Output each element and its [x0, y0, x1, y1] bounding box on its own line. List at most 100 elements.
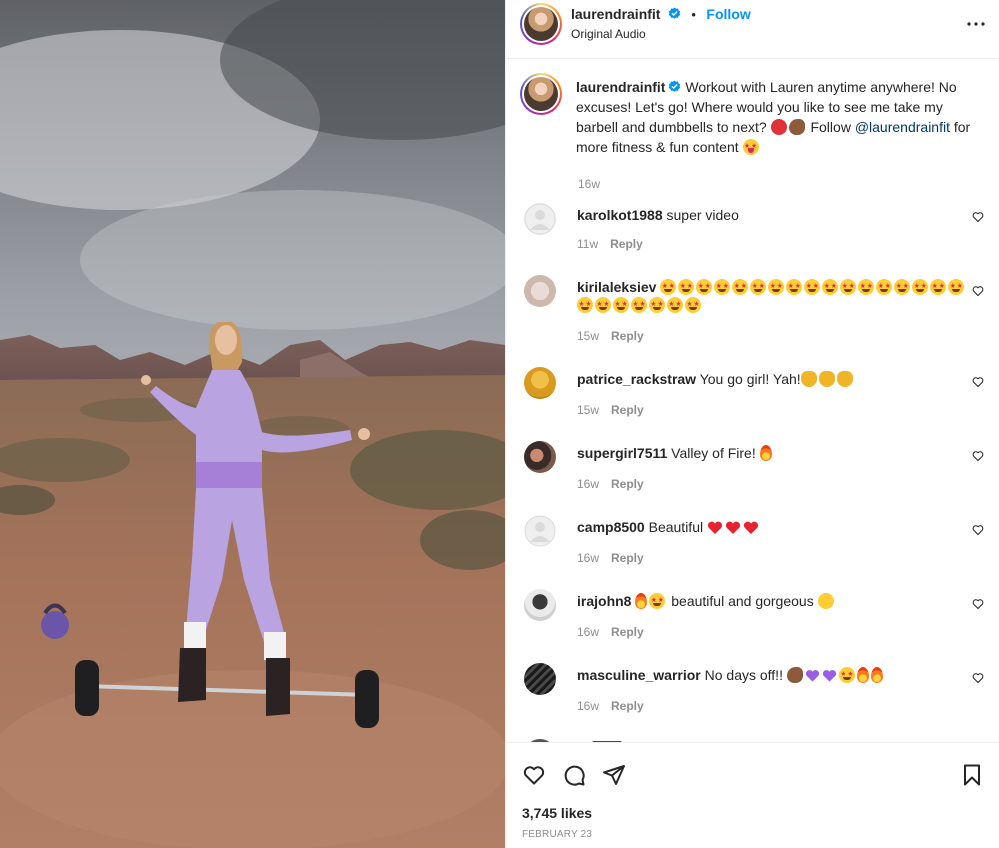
caption-avatar[interactable] — [520, 73, 562, 115]
comment-meta: 16w Reply — [577, 551, 644, 565]
caption-text: laurendrainfit Workout with Lauren anyti… — [576, 77, 976, 157]
star-struck-emoji-icon — [912, 279, 929, 295]
default-avatar-icon — [524, 203, 556, 235]
like-comment-heart-icon[interactable] — [972, 376, 984, 388]
comment-time[interactable]: 15w — [577, 329, 599, 343]
comments-panel[interactable]: laurendrainfit Workout with Lauren anyti… — [506, 58, 999, 742]
separator-dot: • — [691, 7, 696, 22]
star-struck-emoji-icon — [894, 279, 911, 295]
star-struck-emoji-icon — [667, 297, 683, 313]
fire-emoji-icon — [635, 593, 648, 609]
like-comment-heart-icon[interactable] — [972, 211, 984, 223]
comment-time[interactable]: 16w — [577, 477, 599, 491]
star-struck-emoji-icon — [732, 279, 749, 295]
star-struck-emoji-icon — [876, 279, 893, 295]
likes-count[interactable]: 3,745 likes — [522, 805, 592, 821]
comment-username[interactable]: karolkot1988 — [577, 207, 663, 223]
comment-username[interactable]: camp8500 — [577, 519, 645, 535]
comment-meta: 11w Reply — [577, 237, 643, 251]
fire-emoji-icon — [856, 667, 869, 683]
comment-avatar[interactable] — [524, 589, 556, 621]
star-struck-emoji-icon — [786, 279, 803, 295]
like-comment-heart-icon[interactable] — [972, 285, 984, 297]
default-avatar-icon — [524, 515, 556, 547]
caption-timestamp[interactable]: 16w — [578, 177, 600, 191]
star-struck-emoji-icon — [930, 279, 947, 295]
caption-follow-word: Follow — [810, 119, 851, 135]
fire-emoji-icon — [870, 667, 883, 683]
follow-button[interactable]: Follow — [706, 6, 750, 22]
post-date[interactable]: FEBRUARY 23 — [522, 829, 592, 840]
reply-button[interactable]: Reply — [610, 237, 643, 251]
desert-workout-video-frame — [0, 0, 505, 848]
reply-button[interactable]: Reply — [611, 329, 644, 343]
comment-row: patrice_rackstraw You go girl! Yah! 15w R… — [522, 367, 984, 423]
comment-time[interactable]: 15w — [577, 403, 599, 417]
star-struck-emoji-icon — [750, 279, 767, 295]
purple-heart-emoji-icon — [822, 670, 836, 682]
caption-mention-link[interactable]: @laurendrainfit — [855, 119, 950, 135]
reply-button[interactable]: Reply — [611, 551, 644, 565]
comment-avatar[interactable] — [524, 275, 556, 307]
comment-time[interactable]: 16w — [577, 699, 599, 713]
bookmark-icon[interactable] — [960, 763, 984, 787]
red-heart-emoji-icon — [743, 521, 759, 534]
comment-icon[interactable] — [562, 763, 586, 787]
reply-button[interactable]: Reply — [611, 625, 644, 639]
comment-username[interactable]: supergirl7511 — [577, 445, 667, 461]
star-struck-emoji-icon — [595, 297, 611, 313]
smiling-devil-emoji-icon — [770, 119, 787, 135]
like-comment-heart-icon[interactable] — [972, 524, 984, 536]
star-struck-emoji-icon — [613, 297, 629, 313]
comment-body: camp8500 Beautiful — [577, 518, 947, 536]
comment-username[interactable]: masculine_warrior — [577, 667, 701, 683]
like-comment-heart-icon[interactable] — [972, 672, 984, 684]
comment-avatar[interactable] — [524, 663, 556, 695]
comment-avatar[interactable] — [524, 203, 556, 235]
squinting-tongue-emoji-icon — [742, 139, 759, 155]
share-icon[interactable] — [602, 763, 626, 787]
comment-time[interactable]: 16w — [577, 551, 599, 565]
comment-avatar[interactable] — [524, 441, 556, 473]
heart-icon[interactable] — [522, 763, 546, 787]
post-sidebar: laurendrainfit • Follow Original Audio l… — [505, 0, 999, 848]
verified-badge-icon — [668, 7, 681, 19]
star-struck-emoji-icon — [948, 279, 965, 295]
comment-text: beautiful and gorgeous — [671, 593, 814, 609]
star-struck-emoji-icon — [649, 593, 666, 609]
reply-button[interactable]: Reply — [611, 477, 644, 491]
comment-text: You go girl! Yah! — [699, 371, 801, 387]
comment-text: Valley of Fire! — [671, 445, 756, 461]
like-comment-heart-icon[interactable] — [972, 450, 984, 462]
comment-row: irajohn8 beautiful and gorgeous 16w Reply — [522, 589, 984, 645]
comment-username[interactable]: kirilaleksiev — [577, 279, 656, 295]
comment-avatar[interactable] — [524, 515, 556, 547]
author-avatar[interactable] — [520, 3, 562, 45]
comment-row: supergirl7511 Valley of Fire! 16w Reply — [522, 441, 984, 497]
author-line: laurendrainfit • Follow — [571, 6, 751, 24]
verified-badge-icon — [669, 80, 681, 92]
reply-button[interactable]: Reply — [611, 699, 644, 713]
comment-time[interactable]: 11w — [577, 237, 598, 251]
comment-avatar[interactable] — [524, 367, 556, 399]
comment-body: karolkot1988 super video — [577, 206, 947, 224]
raising-hands-emoji-icon — [818, 371, 835, 387]
more-horizontal-icon[interactable] — [964, 12, 988, 36]
like-comment-heart-icon[interactable] — [972, 598, 984, 610]
post-video[interactable] — [0, 0, 505, 848]
comment-time[interactable]: 16w — [577, 625, 599, 639]
comment-text: No days off!! — [704, 667, 783, 683]
caption-username[interactable]: laurendrainfit — [576, 79, 665, 95]
flexed-biceps-emoji-icon — [786, 667, 803, 683]
comment-meta: 15w Reply — [577, 403, 644, 417]
comment-username[interactable]: patrice_rackstraw — [577, 371, 696, 387]
comment-row: kirilaleksiev 15w Reply — [522, 275, 984, 345]
star-struck-emoji-icon — [649, 297, 665, 313]
star-struck-emoji-icon — [685, 297, 701, 313]
comment-username[interactable]: irajohn8 — [577, 593, 631, 609]
audio-label[interactable]: Original Audio — [571, 27, 646, 41]
comment-text: super video — [666, 207, 739, 223]
author-username[interactable]: laurendrainfit — [571, 6, 660, 22]
red-heart-emoji-icon — [707, 521, 723, 534]
reply-button[interactable]: Reply — [611, 403, 644, 417]
